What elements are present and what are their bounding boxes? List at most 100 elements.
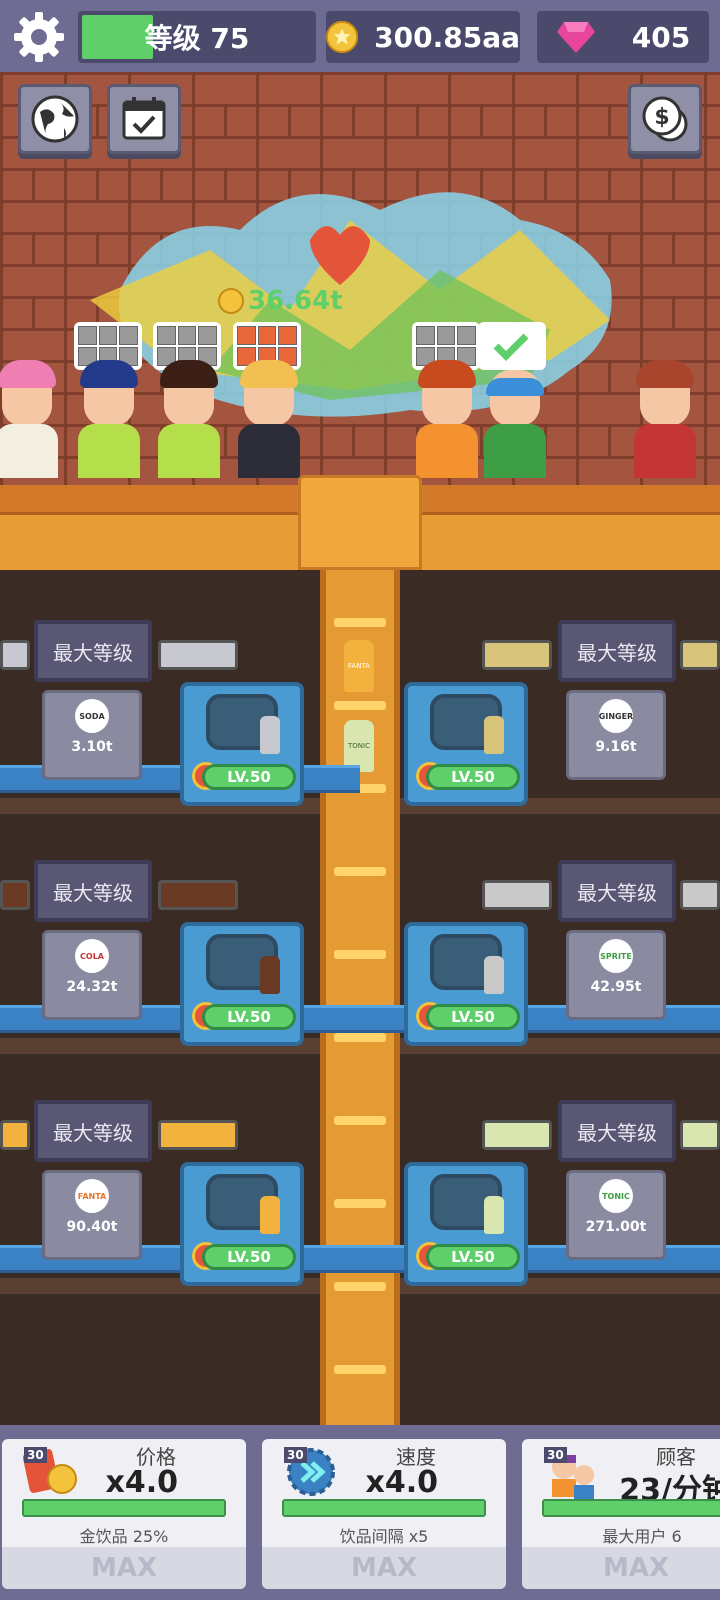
production-station-cola: 最大等级 COLA 24.32t LV.50 [0,850,360,1080]
max-button[interactable]: MAX [2,1547,246,1589]
calendar-check-icon [122,97,166,140]
gem-counter: 405 [537,11,709,63]
bottle-icon [260,956,280,994]
bottling-machine[interactable]: LV.50 [180,682,304,806]
level-label: 等级 75 [144,22,250,55]
max-button[interactable]: MAX [262,1547,506,1589]
top-hud: 等级 75 300.85aa 405 [0,0,720,72]
upgrade-value: x4.0 [365,1465,439,1500]
gem-amount: 405 [631,20,691,54]
earning-amount: 36.64t [248,286,343,316]
max-button[interactable]: MAX [522,1547,720,1589]
output-pipe [482,640,552,670]
machine-level: LV.50 [426,1244,520,1270]
drink-badge: FANTA [75,1179,109,1213]
customer [0,360,58,478]
coin-amount: 300.85aa [374,20,520,54]
elevator-head [298,475,422,570]
machine-window [206,934,280,994]
upgrade-detail: 饮品间隔 x5 [339,1527,429,1546]
coin-icon [218,288,244,314]
level-meter: 等级 75 [78,11,316,63]
drink-price: 271.00t [585,1219,647,1235]
settings-gear-icon[interactable] [10,8,68,66]
drink-badge: COLA [75,939,109,973]
input-pipe [680,640,720,670]
drink-tank[interactable]: GINGER 9.16t [566,690,666,780]
drink-badge: SPRITE [599,939,633,973]
speed-upgrade-card[interactable]: 30 速度 x4.0 饮品间隔 x5 MAX [262,1439,506,1589]
bottle-icon [260,716,280,754]
drink-tank[interactable]: SODA 3.10t [42,690,142,780]
bottling-machine[interactable]: LV.50 [404,682,528,806]
output-pipe [158,880,238,910]
customer [632,360,696,478]
input-pipe [0,1120,30,1150]
bottling-machine[interactable]: LV.50 [180,922,304,1046]
customer [414,360,478,478]
output-pipe [482,880,552,910]
max-level-sign: 最大等级 [558,620,676,682]
bottling-machine[interactable]: LV.50 [404,1162,528,1286]
price-upgrade-card[interactable]: 30 价格 x4.0 金饮品 25% MAX [2,1439,246,1589]
customer [482,360,546,478]
output-pipe [158,1120,238,1150]
world-map-button[interactable] [18,84,92,154]
machine-window [206,694,280,754]
shaft-rung [334,1365,386,1374]
drink-tank[interactable]: SPRITE 42.95t [566,930,666,1020]
drink-tank[interactable]: FANTA 90.40t [42,1170,142,1260]
customer [76,360,140,478]
coin-shop-button[interactable]: $ [628,84,702,154]
daily-tasks-button[interactable] [107,84,181,154]
production-station-fanta: 最大等级 FANTA 90.40t LV.50 [0,1090,360,1320]
input-pipe [680,880,720,910]
production-station-ginger: LV.50 最大等级 GINGER 9.16t [360,610,720,840]
customer [156,360,220,478]
customer [236,360,300,478]
upgrade-progress-bar [282,1499,486,1517]
drink-price: 42.95t [590,979,642,995]
upgrade-value: x4.0 [105,1465,179,1500]
input-pipe [680,1120,720,1150]
max-level-sign: 最大等级 [558,860,676,922]
drink-tank[interactable]: TONIC 271.00t [566,1170,666,1260]
machine-window [430,1174,504,1234]
output-pipe [482,1120,552,1150]
machine-level: LV.50 [202,1004,296,1030]
floating-earning: 36.64t [218,286,343,316]
coin-counter: 300.85aa [326,11,520,63]
drink-badge: GINGER [599,699,633,733]
drink-price: 3.10t [71,739,113,755]
upgrade-progress-bar [542,1499,720,1517]
production-station-soda: 最大等级 SODA 3.10t LV.50 [0,610,360,840]
production-station-tonic: LV.50 最大等级 TONIC 271.00t [360,1090,720,1320]
input-pipe [0,880,30,910]
bottle-icon [484,956,504,994]
max-level-sign: 最大等级 [558,1100,676,1162]
input-pipe [0,640,30,670]
machine-level: LV.50 [426,764,520,790]
machine-level: LV.50 [426,1004,520,1030]
coin-icon [326,20,359,54]
svg-text:$: $ [654,105,669,130]
production-station-sprite: LV.50 最大等级 SPRITE 42.95t [360,850,720,1080]
customers-upgrade-card[interactable]: 30 顾客 23/分钟 最大用户 6 MAX [522,1439,720,1589]
bottling-machine[interactable]: LV.50 [180,1162,304,1286]
globe-icon [31,95,79,143]
bottling-machine[interactable]: LV.50 [404,922,528,1046]
drink-price: 90.40t [66,1219,118,1235]
bottle-icon [484,716,504,754]
upgrade-detail: 最大用户 6 [602,1527,682,1546]
drink-tank[interactable]: COLA 24.32t [42,930,142,1020]
max-level-sign: 最大等级 [34,620,152,682]
machine-level: LV.50 [202,764,296,790]
bottle-icon [260,1196,280,1234]
drink-price: 9.16t [595,739,637,755]
upgrade-progress-bar [22,1499,226,1517]
output-pipe [158,640,238,670]
max-level-sign: 最大等级 [34,1100,152,1162]
machine-window [430,934,504,994]
upgrade-detail: 金饮品 25% [79,1527,169,1546]
bottle-icon [484,1196,504,1234]
